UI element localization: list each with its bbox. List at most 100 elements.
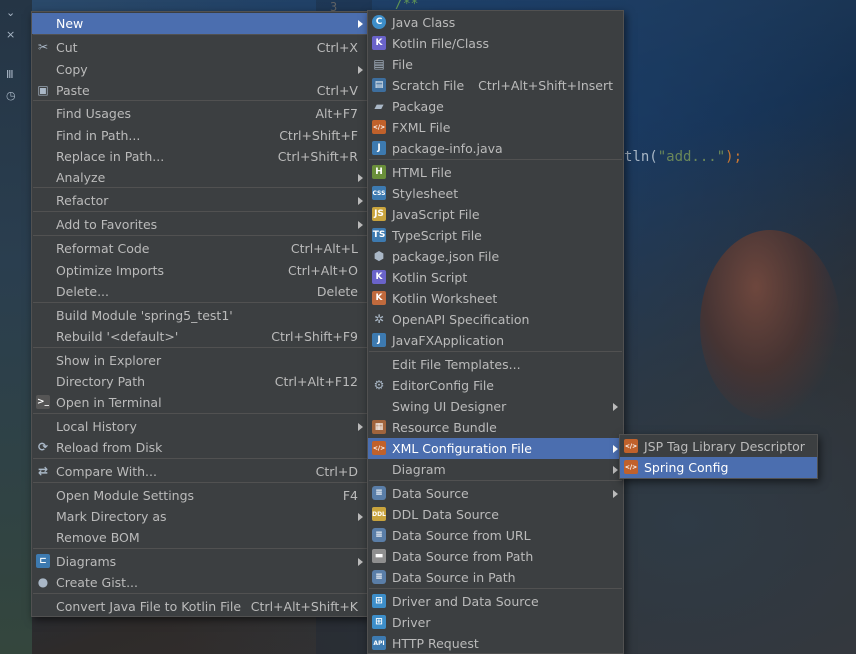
cut-icon: ✂ [37,40,49,54]
menu-item-refactor[interactable]: Refactor [32,190,368,211]
menu-item-file[interactable]: ▤ File [368,54,623,75]
submenu-arrow-icon [358,558,363,566]
menu-item-paste[interactable]: ▣ Paste Ctrl+V [32,80,368,101]
paste-icon: ▣ [37,83,49,97]
menu-item-directory-path[interactable]: Directory Path Ctrl+Alt+F12 [32,371,368,392]
menu-item-diagram[interactable]: Diagram [368,459,623,480]
menu-item-package-json-file[interactable]: ⬢ package.json File [368,246,623,267]
menu-item-label: Build Module 'spring5_test1' [56,308,233,323]
menu-item-kotlin-script[interactable]: K Kotlin Script [368,267,623,288]
menu-item-label: package-info.java [392,141,503,156]
menu-separator [369,351,622,352]
menu-item-label: Find in Path... [56,128,141,143]
menu-item-compare-with[interactable]: ⇄ Compare With... Ctrl+D [32,461,368,482]
menu-item-swing-ui-designer[interactable]: Swing UI Designer [368,396,623,417]
reload-icon: ⟳ [37,440,49,454]
menu-item-label: Kotlin Script [392,270,468,285]
menu-item-label: Delete... [56,284,109,299]
menu-item-openapi-specification[interactable]: ✲ OpenAPI Specification [368,309,623,330]
menu-item-find-in-path[interactable]: Find in Path... Ctrl+Shift+F [32,125,368,146]
menu-item-label: Data Source [392,486,469,501]
menu-item-jsp-tag-library-descriptor[interactable]: </> JSP Tag Library Descriptor [620,436,817,457]
menu-item-label: New [56,16,84,31]
code-call: tln( [624,149,658,165]
menu-item-copy[interactable]: Copy [32,59,368,80]
menu-item-cut[interactable]: ✂ Cut Ctrl+X [32,37,368,58]
menu-item-driver-and-data-source[interactable]: ⊞ Driver and Data Source [368,591,623,612]
menu-item-scratch-file[interactable]: ▤ Scratch File Ctrl+Alt+Shift+Insert [368,75,623,96]
menu-item-remove-bom[interactable]: Remove BOM [32,527,368,548]
menu-item-edit-file-templates[interactable]: Edit File Templates... [368,354,623,375]
menu-item-optimize-imports[interactable]: Optimize Imports Ctrl+Alt+O [32,260,368,281]
menu-item-label: EditorConfig File [392,378,494,393]
menu-item-build-module-spring5-test1[interactable]: Build Module 'spring5_test1' [32,305,368,326]
menu-item-java-class[interactable]: C Java Class [368,12,623,33]
menu-item-kotlin-file-class[interactable]: K Kotlin File/Class [368,33,623,54]
menu-item-label: package.json File [392,249,500,264]
menu-item-reformat-code[interactable]: Reformat Code Ctrl+Alt+L [32,238,368,259]
menu-item-html-file[interactable]: H HTML File [368,162,623,183]
menu-item-label: TypeScript File [392,228,482,243]
chevron-down-icon[interactable]: ⌄ [6,6,15,19]
menu-item-package-info-java[interactable]: Jpackage-info.java [368,138,623,159]
menu-item-analyze[interactable]: Analyze [32,167,368,188]
css-icon: CSS [372,186,386,200]
menu-item-label: OpenAPI Specification [392,312,530,327]
database-icon: ≡ [372,528,386,542]
menu-item-xml-configuration-file[interactable]: </> XML Configuration File [368,438,623,459]
menu-item-package[interactable]: ▰ Package [368,96,623,117]
package-icon: ▰ [374,99,384,113]
menu-item-label: Open Module Settings [56,488,195,503]
menu-item-http-request[interactable]: API HTTP Request [368,633,623,654]
menu-item-open-module-settings[interactable]: Open Module Settings F4 [32,485,368,506]
menu-item-find-usages[interactable]: Find Usages Alt+F7 [32,103,368,124]
menu-item-data-source-in-path[interactable]: ≡ Data Source in Path [368,567,623,588]
scratches-icon: ◷ [6,89,16,102]
submenu-arrow-icon [358,513,363,521]
menu-item-local-history[interactable]: Local History [32,416,368,437]
menu-item-mark-directory-as[interactable]: Mark Directory as [32,506,368,527]
submenu-arrow-icon [358,197,363,205]
menu-item-ddl-data-source[interactable]: DDL DDL Data Source [368,504,623,525]
menu-item-convert-java-file-to-kotlin-file[interactable]: Convert Java File to Kotlin File Ctrl+Alt… [32,596,368,617]
menu-item-label: Rebuild '<default>' [56,329,179,344]
menu-item-data-source-from-path[interactable]: ▬ Data Source from Path [368,546,623,567]
menu-separator [369,480,622,481]
menu-item-fxml-file[interactable]: </> FXML File [368,117,623,138]
menu-item-create-gist[interactable]: ● Create Gist... [32,572,368,593]
menu-item-reload-from-disk[interactable]: ⟳ Reload from Disk [32,437,368,458]
menu-item-label: Analyze [56,170,106,185]
github-icon: ● [37,575,49,589]
menu-separator [33,347,367,348]
menu-item-shortcut: Alt+F7 [315,106,358,121]
menu-item-data-source[interactable]: ≡ Data Source [368,483,623,504]
menu-item-open-in-terminal[interactable]: >_ Open in Terminal [32,392,368,413]
menu-item-rebuild-default[interactable]: Rebuild '<default>' Ctrl+Shift+F9 [32,326,368,347]
menu-item-label: Stylesheet [392,186,459,201]
menu-item-editorconfig-file[interactable]: ⚙ EditorConfig File [368,375,623,396]
menu-item-shortcut: Ctrl+Alt+Shift+K [250,599,358,614]
menu-item-typescript-file[interactable]: TS TypeScript File [368,225,623,246]
menu-item-new[interactable]: New [32,13,368,34]
menu-item-label: Reformat Code [56,241,150,256]
menu-item-label: Compare With... [56,464,157,479]
menu-item-shortcut: Ctrl+V [316,83,358,98]
menu-item-spring-config[interactable]: </> Spring Config [620,457,817,478]
code-end: ); [725,149,743,165]
close-icon: × [6,28,16,41]
menu-item-javascript-file[interactable]: JS JavaScript File [368,204,623,225]
menu-item-label: Resource Bundle [392,420,497,435]
menu-item-add-to-favorites[interactable]: Add to Favorites [32,214,368,235]
menu-item-driver[interactable]: ⊞ Driver [368,612,623,633]
menu-item-diagrams[interactable]: ⊏ Diagrams [32,551,368,572]
menu-item-replace-in-path[interactable]: Replace in Path... Ctrl+Shift+R [32,146,368,167]
menu-item-show-in-explorer[interactable]: Show in Explorer [32,350,368,371]
menu-item-resource-bundle[interactable]: ▦ Resource Bundle [368,417,623,438]
menu-item-data-source-from-url[interactable]: ≡ Data Source from URL [368,525,623,546]
menu-item-javafxapplication[interactable]: J JavaFXApplication [368,330,623,351]
menu-item-delete[interactable]: Delete... Delete [32,281,368,302]
menu-item-stylesheet[interactable]: CSS Stylesheet [368,183,623,204]
menu-item-shortcut: Ctrl+Shift+F [279,128,358,143]
jsp-tag-icon: </> [624,439,638,453]
menu-item-kotlin-worksheet[interactable]: K Kotlin Worksheet [368,288,623,309]
